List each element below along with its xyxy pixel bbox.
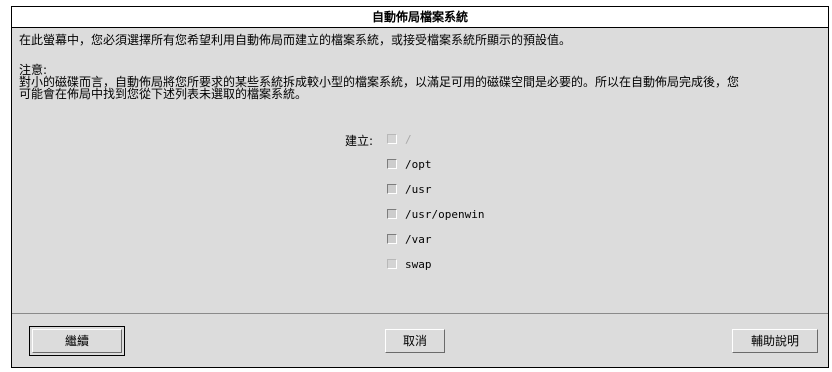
continue-button[interactable]: 繼續	[29, 326, 125, 356]
dialog-content: 在此螢幕中，您必須選擇所有您希望利用自動佈局而建立的檔案系統，或接受檔案系統所顯…	[12, 28, 828, 314]
dialog-title: 自動佈局檔案系統	[12, 7, 828, 28]
filesystem-option-opt: /opt	[387, 157, 432, 171]
filesystem-option-var: /var	[387, 232, 432, 246]
filesystem-label-opt: /opt	[405, 157, 432, 171]
note-block: 注意: 對小的磁碟而言，自動佈局將您所要求的某些系統拆成較小型的檔案系統，以滿足…	[19, 64, 819, 100]
cancel-button[interactable]: 取消	[385, 329, 445, 353]
checkbox-root[interactable]	[387, 134, 397, 144]
create-label: 建立:	[345, 134, 374, 148]
checkbox-var[interactable]	[387, 234, 397, 244]
filesystem-label-var: /var	[405, 232, 432, 246]
filesystem-option-swap: swap	[387, 257, 432, 271]
autolayout-dialog: 自動佈局檔案系統 在此螢幕中，您必須選擇所有您希望利用自動佈局而建立的檔案系統，…	[11, 6, 829, 368]
help-button[interactable]: 輔助說明	[732, 329, 818, 353]
checkbox-usr[interactable]	[387, 184, 397, 194]
checkbox-opt[interactable]	[387, 159, 397, 169]
intro-text: 在此螢幕中，您必須選擇所有您希望利用自動佈局而建立的檔案系統，或接受檔案系統所顯…	[19, 33, 572, 47]
filesystem-label-usr-openwin: /usr/openwin	[405, 207, 485, 221]
filesystem-label-root: /	[405, 132, 412, 146]
button-bar: 繼續 取消 輔助說明	[12, 314, 828, 367]
filesystem-option-usr-openwin: /usr/openwin	[387, 207, 484, 221]
filesystem-label-usr: /usr	[405, 182, 432, 196]
checkbox-usr-openwin[interactable]	[387, 209, 397, 219]
filesystem-label-swap: swap	[405, 257, 432, 271]
checkbox-swap[interactable]	[387, 259, 397, 269]
filesystem-option-usr: /usr	[387, 182, 432, 196]
filesystem-option-root: /	[387, 132, 412, 146]
note-line-2: 可能會在佈局中找到您從下述列表未選取的檔案系統。	[19, 87, 308, 101]
